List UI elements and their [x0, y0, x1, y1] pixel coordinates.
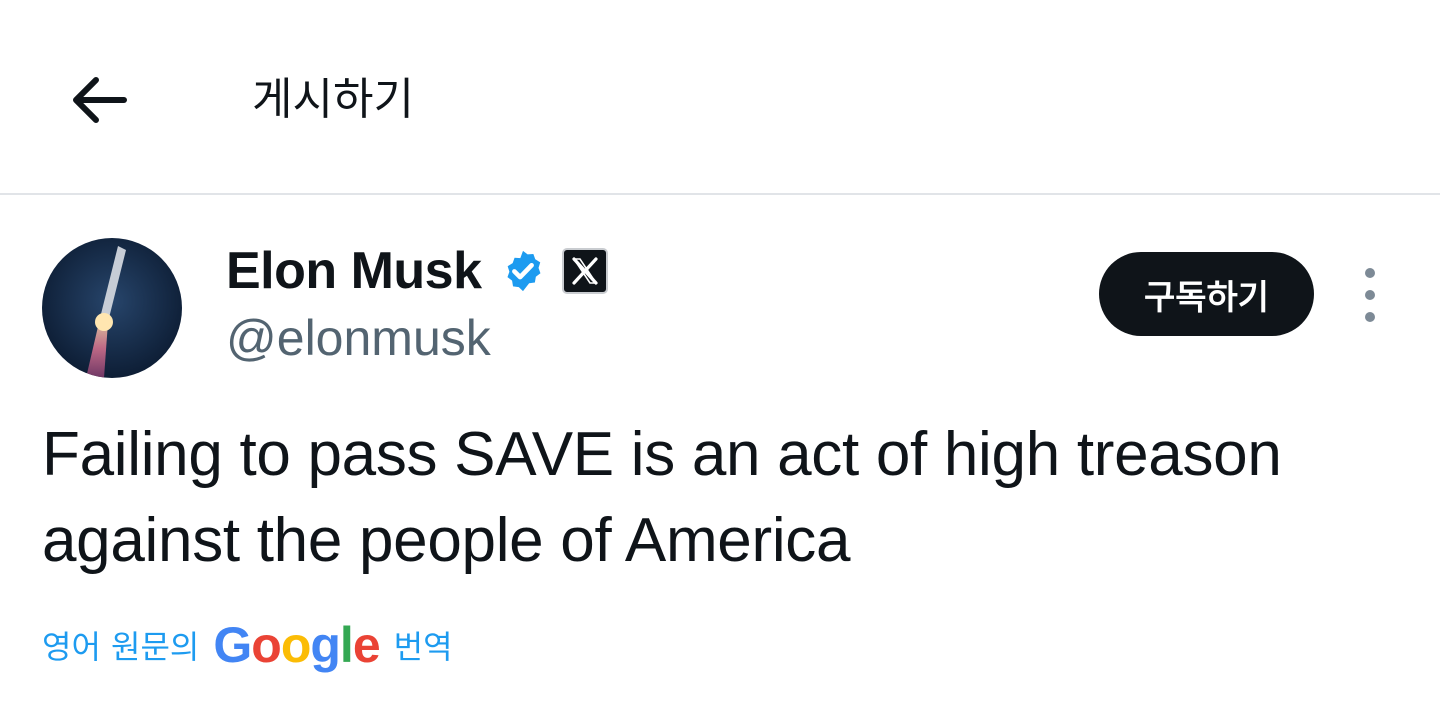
page-title: 게시하기	[252, 74, 414, 125]
verified-badge-icon	[507, 250, 540, 292]
post-detail-page: 게시하기 Elon Musk @elonmusk 구독하기 Failing to…	[0, 0, 1440, 707]
author-name-row: Elon Musk	[226, 238, 608, 304]
google-letter: e	[352, 617, 381, 673]
user-handle[interactable]: @elonmusk	[226, 306, 491, 370]
google-letter: G	[213, 617, 252, 673]
avatar-image	[42, 238, 182, 378]
more-options-button[interactable]	[1350, 268, 1390, 322]
translate-prefix: 영어 원문의	[42, 628, 200, 666]
tweet-text: Failing to pass SAVE is an act of high t…	[42, 420, 1282, 575]
more-dot	[1365, 312, 1375, 322]
translate-link[interactable]: 영어 원문의 Google 번역	[42, 610, 453, 680]
back-button[interactable]	[62, 64, 134, 136]
more-dot	[1365, 290, 1375, 300]
google-letter: o	[251, 617, 282, 673]
google-logo: Google	[213, 616, 381, 674]
google-letter: l	[339, 617, 354, 673]
avatar[interactable]	[42, 238, 182, 378]
display-name[interactable]: Elon Musk	[226, 241, 482, 301]
google-letter: g	[310, 617, 341, 673]
google-letter: o	[280, 617, 312, 673]
arrow-left-icon	[73, 77, 127, 123]
translate-suffix: 번역	[393, 628, 453, 666]
top-bar: 게시하기	[0, 0, 1440, 195]
more-vertical-icon	[1365, 268, 1375, 278]
subscribe-button[interactable]: 구독하기	[1099, 252, 1314, 336]
x-logo-icon	[561, 248, 608, 294]
